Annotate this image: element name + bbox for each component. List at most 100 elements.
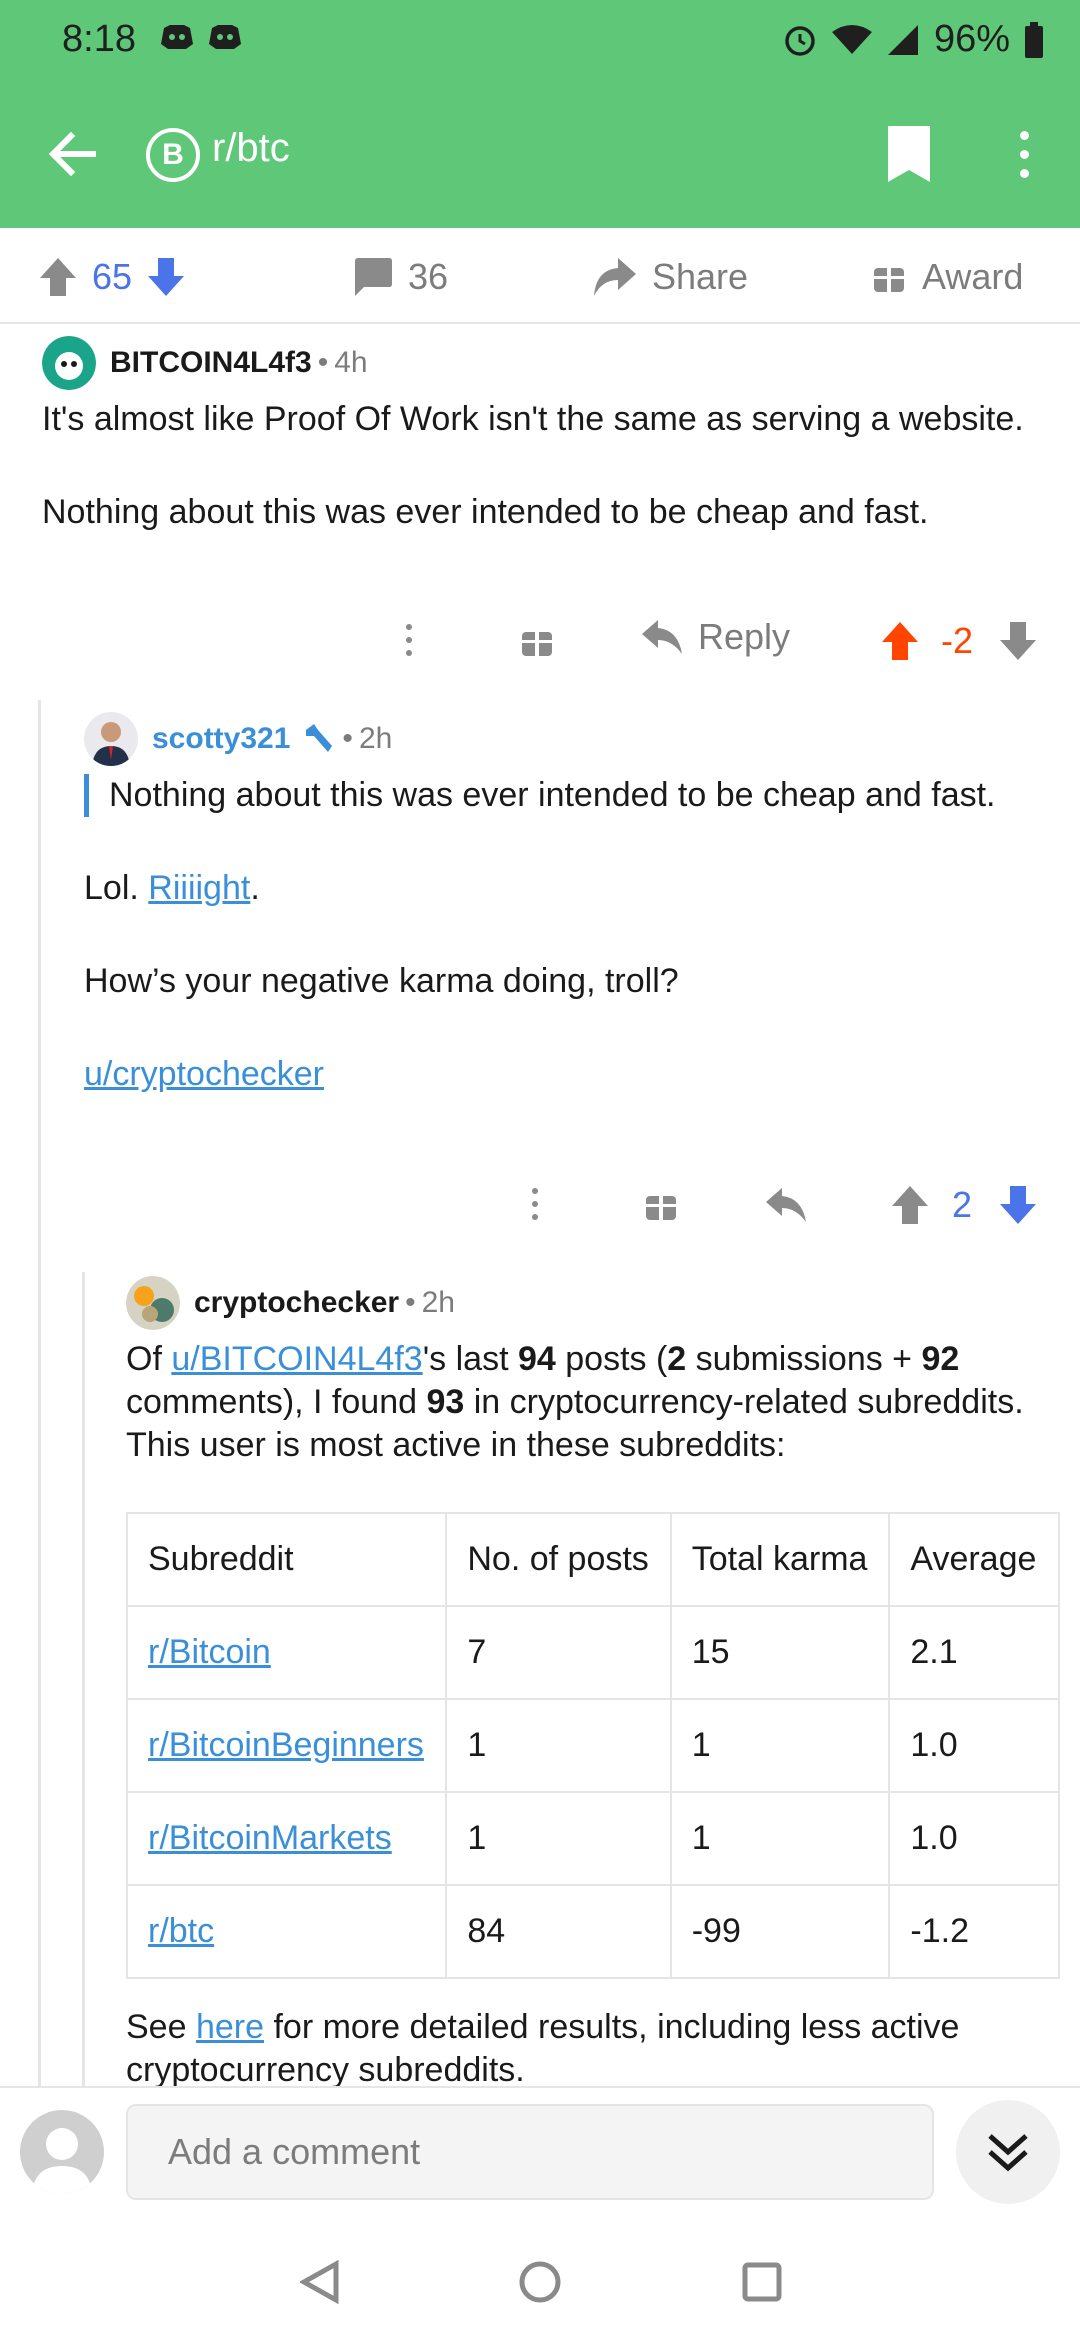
alarm-icon xyxy=(785,25,815,56)
subreddit-title[interactable]: r/btc xyxy=(212,126,290,171)
table-cell: r/BitcoinBeginners xyxy=(126,1698,448,1793)
crypto-count: 93 xyxy=(426,1383,465,1421)
comment-meta: scotty321 • 2h xyxy=(84,712,1044,766)
posts-count: 94 xyxy=(517,1340,556,1378)
more-options-icon[interactable] xyxy=(396,618,422,662)
more-options-button[interactable] xyxy=(1000,122,1048,186)
table-cell: 1 xyxy=(445,1698,672,1793)
battery-percent: 96% xyxy=(933,18,1010,60)
triangle-back-icon xyxy=(300,2260,339,2304)
status-bar: 8:18 96% xyxy=(0,0,1080,80)
table-cell: 1.0 xyxy=(888,1791,1060,1886)
subreddit-link[interactable]: r/BitcoinBeginners xyxy=(148,1726,424,1764)
comment-paragraph: How’s your negative karma doing, troll? xyxy=(84,962,679,1000)
more-options-icon[interactable] xyxy=(522,1182,548,1226)
here-link[interactable]: here xyxy=(196,2008,264,2046)
reply-button[interactable]: Reply xyxy=(642,616,790,658)
comment-author[interactable]: scotty321 xyxy=(152,722,290,756)
upvote-icon[interactable] xyxy=(892,1186,928,1224)
share-button[interactable]: Share xyxy=(594,252,748,302)
downvote-icon[interactable] xyxy=(148,258,185,296)
table-header: Total karma xyxy=(669,1512,891,1607)
gift-icon[interactable] xyxy=(644,1188,678,1222)
comment-author[interactable]: BITCOIN4L4f3 xyxy=(110,346,312,380)
comments-count: 92 xyxy=(921,1340,960,1378)
comment-paragraph: Of u/BITCOIN4L4f3's last 94 posts (2 sub… xyxy=(126,1338,1056,1467)
user-link[interactable]: u/BITCOIN4L4f3 xyxy=(171,1340,422,1378)
downvote-icon[interactable] xyxy=(1000,1186,1036,1224)
avatar[interactable] xyxy=(126,1276,180,1330)
comment-bubble-icon xyxy=(355,258,392,296)
comments-button[interactable]: 36 xyxy=(352,252,448,302)
comment-age: 2h xyxy=(358,722,393,755)
nav-back-button[interactable] xyxy=(290,2252,350,2312)
submissions-count: 2 xyxy=(667,1340,687,1378)
subreddit-link[interactable]: r/Bitcoin xyxy=(148,1633,271,1671)
avatar[interactable] xyxy=(84,712,138,766)
reply-icon xyxy=(642,620,682,654)
bookmark-icon xyxy=(888,126,930,182)
toolbar: B r/btc xyxy=(0,100,1080,210)
nav-recents-button[interactable] xyxy=(732,2252,792,2312)
comment-actions: Reply -2 xyxy=(396,612,1056,668)
comment-scotty321: scotty321 • 2h Nothing about this was ev… xyxy=(84,712,1044,1096)
upvote-icon[interactable] xyxy=(882,622,918,660)
nav-home-button[interactable] xyxy=(510,2252,570,2312)
table-cell: 1 xyxy=(445,1791,672,1886)
comment-paragraph: Nothing about this was ever intended to … xyxy=(42,493,929,531)
bookmark-button[interactable] xyxy=(884,126,934,184)
table-cell: 15 xyxy=(669,1605,891,1700)
meta-separator: • xyxy=(317,346,329,379)
discord-icon xyxy=(209,25,241,49)
back-button[interactable] xyxy=(40,122,104,186)
comment-age: 4h xyxy=(334,346,368,379)
wifi-icon xyxy=(831,24,872,54)
table-cell: -1.2 xyxy=(888,1884,1060,1979)
karma-table-wrapper[interactable]: Subreddit No. of posts Total karma Avera… xyxy=(126,1512,1060,1980)
reply-icon[interactable] xyxy=(766,1188,806,1222)
post-score: 65 xyxy=(92,256,133,297)
app-header: 8:18 96% B r/btc xyxy=(0,0,1080,228)
text: See xyxy=(126,2008,196,2046)
status-time: 8:18 xyxy=(62,18,136,60)
user-avatar[interactable] xyxy=(20,2110,104,2194)
subreddit-link[interactable]: r/BitcoinMarkets xyxy=(148,1819,392,1857)
table-cell: 2.1 xyxy=(888,1605,1060,1700)
post-action-bar: 65 36 Share Award xyxy=(0,228,1080,324)
thread-line xyxy=(82,1272,85,2086)
meta-separator: • xyxy=(405,1286,416,1319)
circle-home-icon xyxy=(519,2261,561,2303)
upvote-icon[interactable] xyxy=(40,258,76,296)
comment-footer-text: See here for more detailed results, incl… xyxy=(126,2006,1056,2086)
gift-icon[interactable] xyxy=(520,624,554,658)
table-cell: r/BitcoinMarkets xyxy=(126,1791,448,1886)
notification-icons xyxy=(160,22,242,52)
table-row: r/Bitcoin 7 15 2.1 xyxy=(126,1605,1060,1700)
bitcoin-icon: B xyxy=(146,128,200,182)
add-comment-input[interactable]: Add a comment xyxy=(126,2104,934,2200)
comment-score: 2 xyxy=(952,1184,973,1225)
table-header: No. of posts xyxy=(445,1512,672,1607)
comment-meta: BITCOIN4L4f3 • 4h xyxy=(42,336,1042,390)
avatar[interactable] xyxy=(42,336,96,390)
comment-paragraph: It's almost like Proof Of Work isn't the… xyxy=(42,400,1024,438)
blockquote: Nothing about this was ever intended to … xyxy=(84,774,1044,817)
user-link[interactable]: u/cryptochecker xyxy=(84,1055,324,1093)
downvote-icon[interactable] xyxy=(1000,622,1036,660)
riiiight-link[interactable]: Riiiight xyxy=(148,869,250,907)
comment-author[interactable]: cryptochecker xyxy=(194,1286,399,1320)
comment-count: 36 xyxy=(408,256,449,297)
share-label: Share xyxy=(652,256,749,297)
system-nav-bar xyxy=(0,2222,1080,2340)
jump-to-next-button[interactable] xyxy=(956,2100,1060,2204)
comment-body: Of u/BITCOIN4L4f3's last 94 posts (2 sub… xyxy=(126,1338,1056,1467)
subreddit-link[interactable]: r/btc xyxy=(148,1912,214,1950)
comment-meta: cryptochecker • 2h xyxy=(126,1276,1080,1330)
award-button[interactable]: Award xyxy=(872,252,1023,302)
comment-cryptochecker: cryptochecker • 2h Of u/BITCOIN4L4f3's l… xyxy=(126,1276,1080,1517)
period-text: . xyxy=(250,869,260,907)
comment-actions: 2 xyxy=(522,1176,1056,1232)
reply-label: Reply xyxy=(698,616,791,657)
table-cell: 1 xyxy=(669,1698,891,1793)
thread-line xyxy=(38,700,41,2086)
